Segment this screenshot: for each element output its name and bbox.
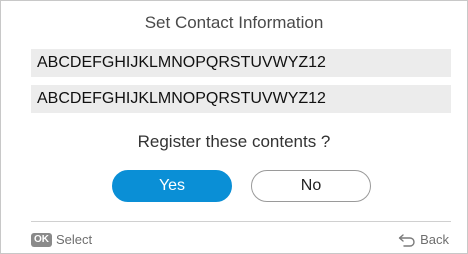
footer-divider: [31, 221, 451, 222]
confirm-prompt: Register these contents ?: [137, 132, 331, 151]
contact-dialog: Set Contact Information ABCDEFGHIJKLMNOP…: [0, 0, 468, 254]
contact-field-2: ABCDEFGHIJKLMNOPQRSTUVWYZ12: [31, 85, 451, 113]
dialog-title: Set Contact Information: [144, 13, 324, 32]
select-label: Select: [56, 232, 93, 247]
back-label: Back: [420, 232, 449, 247]
return-arrow-icon: [398, 233, 416, 247]
ok-button-icon: OK: [31, 232, 52, 247]
select-hint: OK Select: [31, 232, 92, 247]
no-button[interactable]: No: [251, 170, 371, 202]
back-hint[interactable]: Back: [398, 232, 449, 247]
yes-button[interactable]: Yes: [112, 170, 232, 202]
contact-field-1: ABCDEFGHIJKLMNOPQRSTUVWYZ12: [31, 49, 451, 77]
